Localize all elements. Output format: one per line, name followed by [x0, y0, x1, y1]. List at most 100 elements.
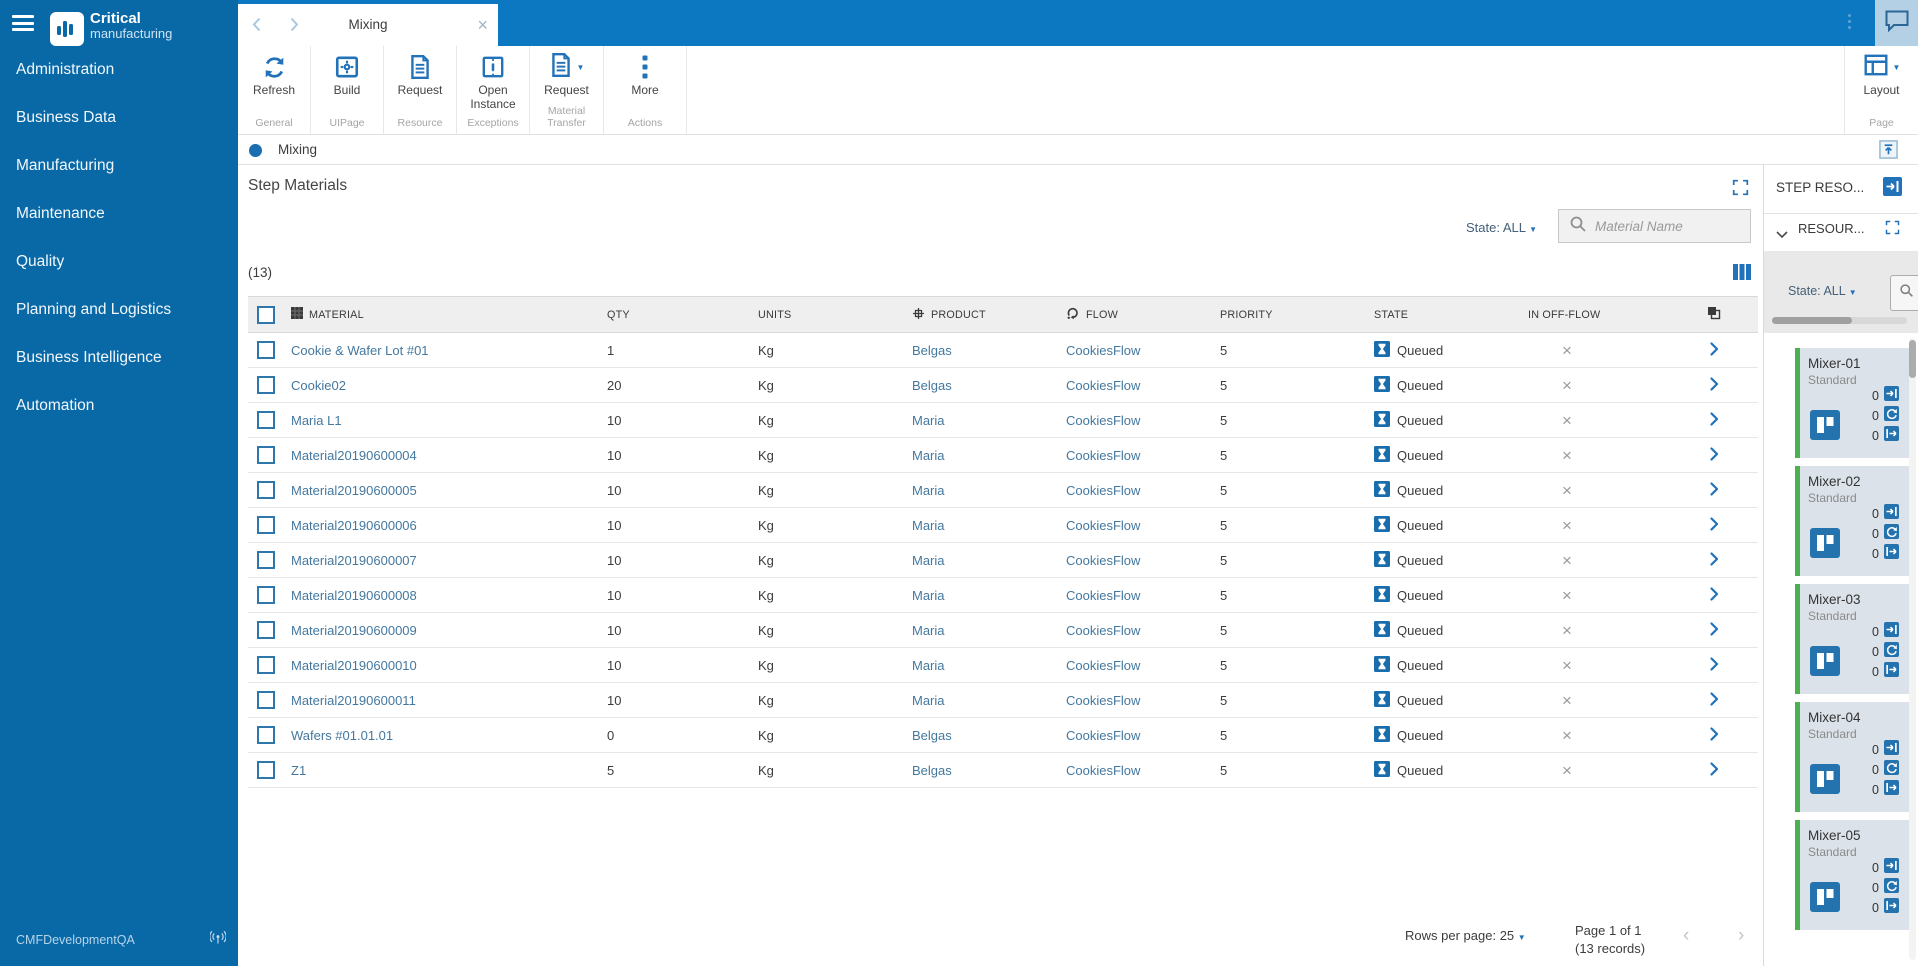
product-link[interactable]: Maria — [912, 413, 945, 428]
resource-dashboard-icon[interactable] — [1810, 528, 1840, 563]
row-checkbox[interactable] — [256, 376, 275, 394]
state-filter-dropdown[interactable]: State: ALL ▼ — [1466, 220, 1537, 235]
material-link[interactable]: Z1 — [291, 763, 306, 778]
col-header-state[interactable]: STATE — [1362, 309, 1516, 321]
resource-dashboard-icon[interactable] — [1810, 410, 1840, 445]
flow-link[interactable]: CookiesFlow — [1066, 518, 1140, 533]
material-link[interactable]: Material20190600008 — [291, 588, 417, 603]
chevron-right-icon[interactable] — [1709, 551, 1719, 569]
select-all-checkbox[interactable] — [256, 305, 275, 324]
sidebar-menu-item[interactable]: Planning and Logistics — [0, 286, 238, 334]
sidebar-menu-item[interactable]: Manufacturing — [0, 142, 238, 190]
table-row[interactable]: Material20190600004 10 Kg Maria CookiesF… — [248, 438, 1758, 473]
flow-link[interactable]: CookiesFlow — [1066, 483, 1140, 498]
chevron-right-icon[interactable] — [1709, 411, 1719, 429]
hamburger-menu-icon[interactable] — [12, 15, 34, 31]
flow-link[interactable]: CookiesFlow — [1066, 448, 1140, 463]
table-row[interactable]: Material20190600007 10 Kg Maria CookiesF… — [248, 543, 1758, 578]
build-button[interactable]: Build UIPage — [311, 46, 384, 134]
product-link[interactable]: Belgas — [912, 378, 952, 393]
flow-link[interactable]: CookiesFlow — [1066, 623, 1140, 638]
flow-link[interactable]: CookiesFlow — [1066, 378, 1140, 393]
material-link[interactable]: Material20190600009 — [291, 623, 417, 638]
column-chooser-icon[interactable] — [1732, 263, 1752, 286]
flow-link[interactable]: CookiesFlow — [1066, 588, 1140, 603]
tab-close-icon[interactable]: × — [477, 4, 488, 46]
flow-link[interactable]: CookiesFlow — [1066, 343, 1140, 358]
chevron-right-icon[interactable] — [1709, 586, 1719, 604]
more-button[interactable]: More Actions — [604, 46, 687, 134]
col-header-product[interactable]: PRODUCT — [931, 309, 986, 321]
table-row[interactable]: Material20190600006 10 Kg Maria CookiesF… — [248, 508, 1758, 543]
material-link[interactable]: Maria L1 — [291, 413, 342, 428]
material-link[interactable]: Material20190600011 — [291, 693, 416, 708]
chevron-right-icon[interactable] — [1709, 446, 1719, 464]
table-row[interactable]: Cookie & Wafer Lot #01 1 Kg Belgas Cooki… — [248, 333, 1758, 368]
next-page-icon[interactable]: › — [1738, 925, 1744, 947]
product-link[interactable]: Maria — [912, 518, 945, 533]
resource-dashboard-icon[interactable] — [1810, 764, 1840, 799]
chevron-right-icon[interactable] — [1709, 691, 1719, 709]
row-checkbox[interactable] — [256, 446, 275, 464]
sidebar-menu-item[interactable]: Maintenance — [0, 190, 238, 238]
chevron-right-icon[interactable] — [1709, 516, 1719, 534]
table-row[interactable]: Material20190600011 10 Kg Maria CookiesF… — [248, 683, 1758, 718]
open-instance-button[interactable]: Open Instance Exceptions — [457, 46, 530, 134]
vertical-scrollbar[interactable] — [1909, 338, 1916, 960]
vertical-scrollbar-thumb[interactable] — [1909, 340, 1916, 378]
product-link[interactable]: Maria — [912, 623, 945, 638]
product-link[interactable]: Belgas — [912, 728, 952, 743]
row-checkbox[interactable] — [256, 586, 275, 604]
col-header-qty[interactable]: QTY — [595, 309, 746, 321]
table-row[interactable]: Material20190600005 10 Kg Maria CookiesF… — [248, 473, 1758, 508]
product-link[interactable]: Maria — [912, 588, 945, 603]
sidebar-menu-item[interactable]: Business Intelligence — [0, 334, 238, 382]
row-checkbox[interactable] — [256, 411, 275, 429]
material-link[interactable]: Material20190600005 — [291, 483, 417, 498]
resources-section-title[interactable]: RESOUR... — [1798, 221, 1864, 236]
collapse-panel-up-icon[interactable] — [1879, 140, 1898, 164]
product-link[interactable]: Maria — [912, 448, 945, 463]
resource-card[interactable]: Mixer-02 Standard 0 0 0 — [1795, 466, 1910, 576]
table-row[interactable]: Material20190600009 10 Kg Maria CookiesF… — [248, 613, 1758, 648]
col-header-in-off-flow[interactable]: IN OFF-FLOW — [1516, 309, 1670, 321]
rows-per-page-control[interactable]: Rows per page: 25 ▼ — [1405, 928, 1526, 943]
resource-dashboard-icon[interactable] — [1810, 882, 1840, 917]
chevron-right-icon[interactable] — [1709, 481, 1719, 499]
horizontal-scrollbar[interactable] — [1772, 317, 1907, 324]
tab-mixing[interactable]: Mixing × — [238, 4, 498, 46]
row-checkbox[interactable] — [256, 341, 275, 359]
resource-card[interactable]: Mixer-01 Standard 0 0 0 — [1795, 348, 1910, 458]
material-link[interactable]: Cookie02 — [291, 378, 346, 393]
expand-section-icon[interactable] — [1885, 220, 1900, 240]
copy-pages-icon[interactable] — [1707, 306, 1721, 323]
row-checkbox[interactable] — [256, 691, 275, 709]
resource-dashboard-icon[interactable] — [1810, 646, 1840, 681]
product-link[interactable]: Maria — [912, 553, 945, 568]
collapse-section-chevron-icon[interactable] — [1776, 225, 1788, 243]
col-header-material[interactable]: MATERIAL — [309, 309, 364, 321]
request-resource-button[interactable]: Request Resource — [384, 46, 457, 134]
row-checkbox[interactable] — [256, 481, 275, 499]
table-row[interactable]: Material20190600008 10 Kg Maria CookiesF… — [248, 578, 1758, 613]
row-checkbox[interactable] — [256, 761, 275, 779]
flow-link[interactable]: CookiesFlow — [1066, 693, 1140, 708]
product-link[interactable]: Maria — [912, 658, 945, 673]
flow-link[interactable]: CookiesFlow — [1066, 658, 1140, 673]
flow-link[interactable]: CookiesFlow — [1066, 413, 1140, 428]
rows-per-page-value[interactable]: 25 — [1500, 928, 1514, 943]
sidebar-menu-item[interactable]: Quality — [0, 238, 238, 286]
resource-state-filter-dropdown[interactable]: State: ALL ▼ — [1788, 284, 1857, 298]
material-link[interactable]: Wafers #01.01.01 — [291, 728, 393, 743]
table-row[interactable]: Wafers #01.01.01 0 Kg Belgas CookiesFlow… — [248, 718, 1758, 753]
product-link[interactable]: Belgas — [912, 763, 952, 778]
table-row[interactable]: Maria L1 10 Kg Maria CookiesFlow 5 Queue… — [248, 403, 1758, 438]
resource-card[interactable]: Mixer-04 Standard 0 0 0 — [1795, 702, 1910, 812]
chevron-right-icon[interactable] — [1709, 656, 1719, 674]
product-link[interactable]: Maria — [912, 693, 945, 708]
resource-card[interactable]: Mixer-05 Standard 0 0 0 — [1795, 820, 1910, 930]
expand-fullscreen-icon[interactable] — [1732, 179, 1749, 201]
chevron-right-icon[interactable] — [1709, 761, 1719, 779]
layout-button[interactable]: ▼ Layout Page — [1844, 46, 1918, 134]
table-row[interactable]: Material20190600010 10 Kg Maria CookiesF… — [248, 648, 1758, 683]
